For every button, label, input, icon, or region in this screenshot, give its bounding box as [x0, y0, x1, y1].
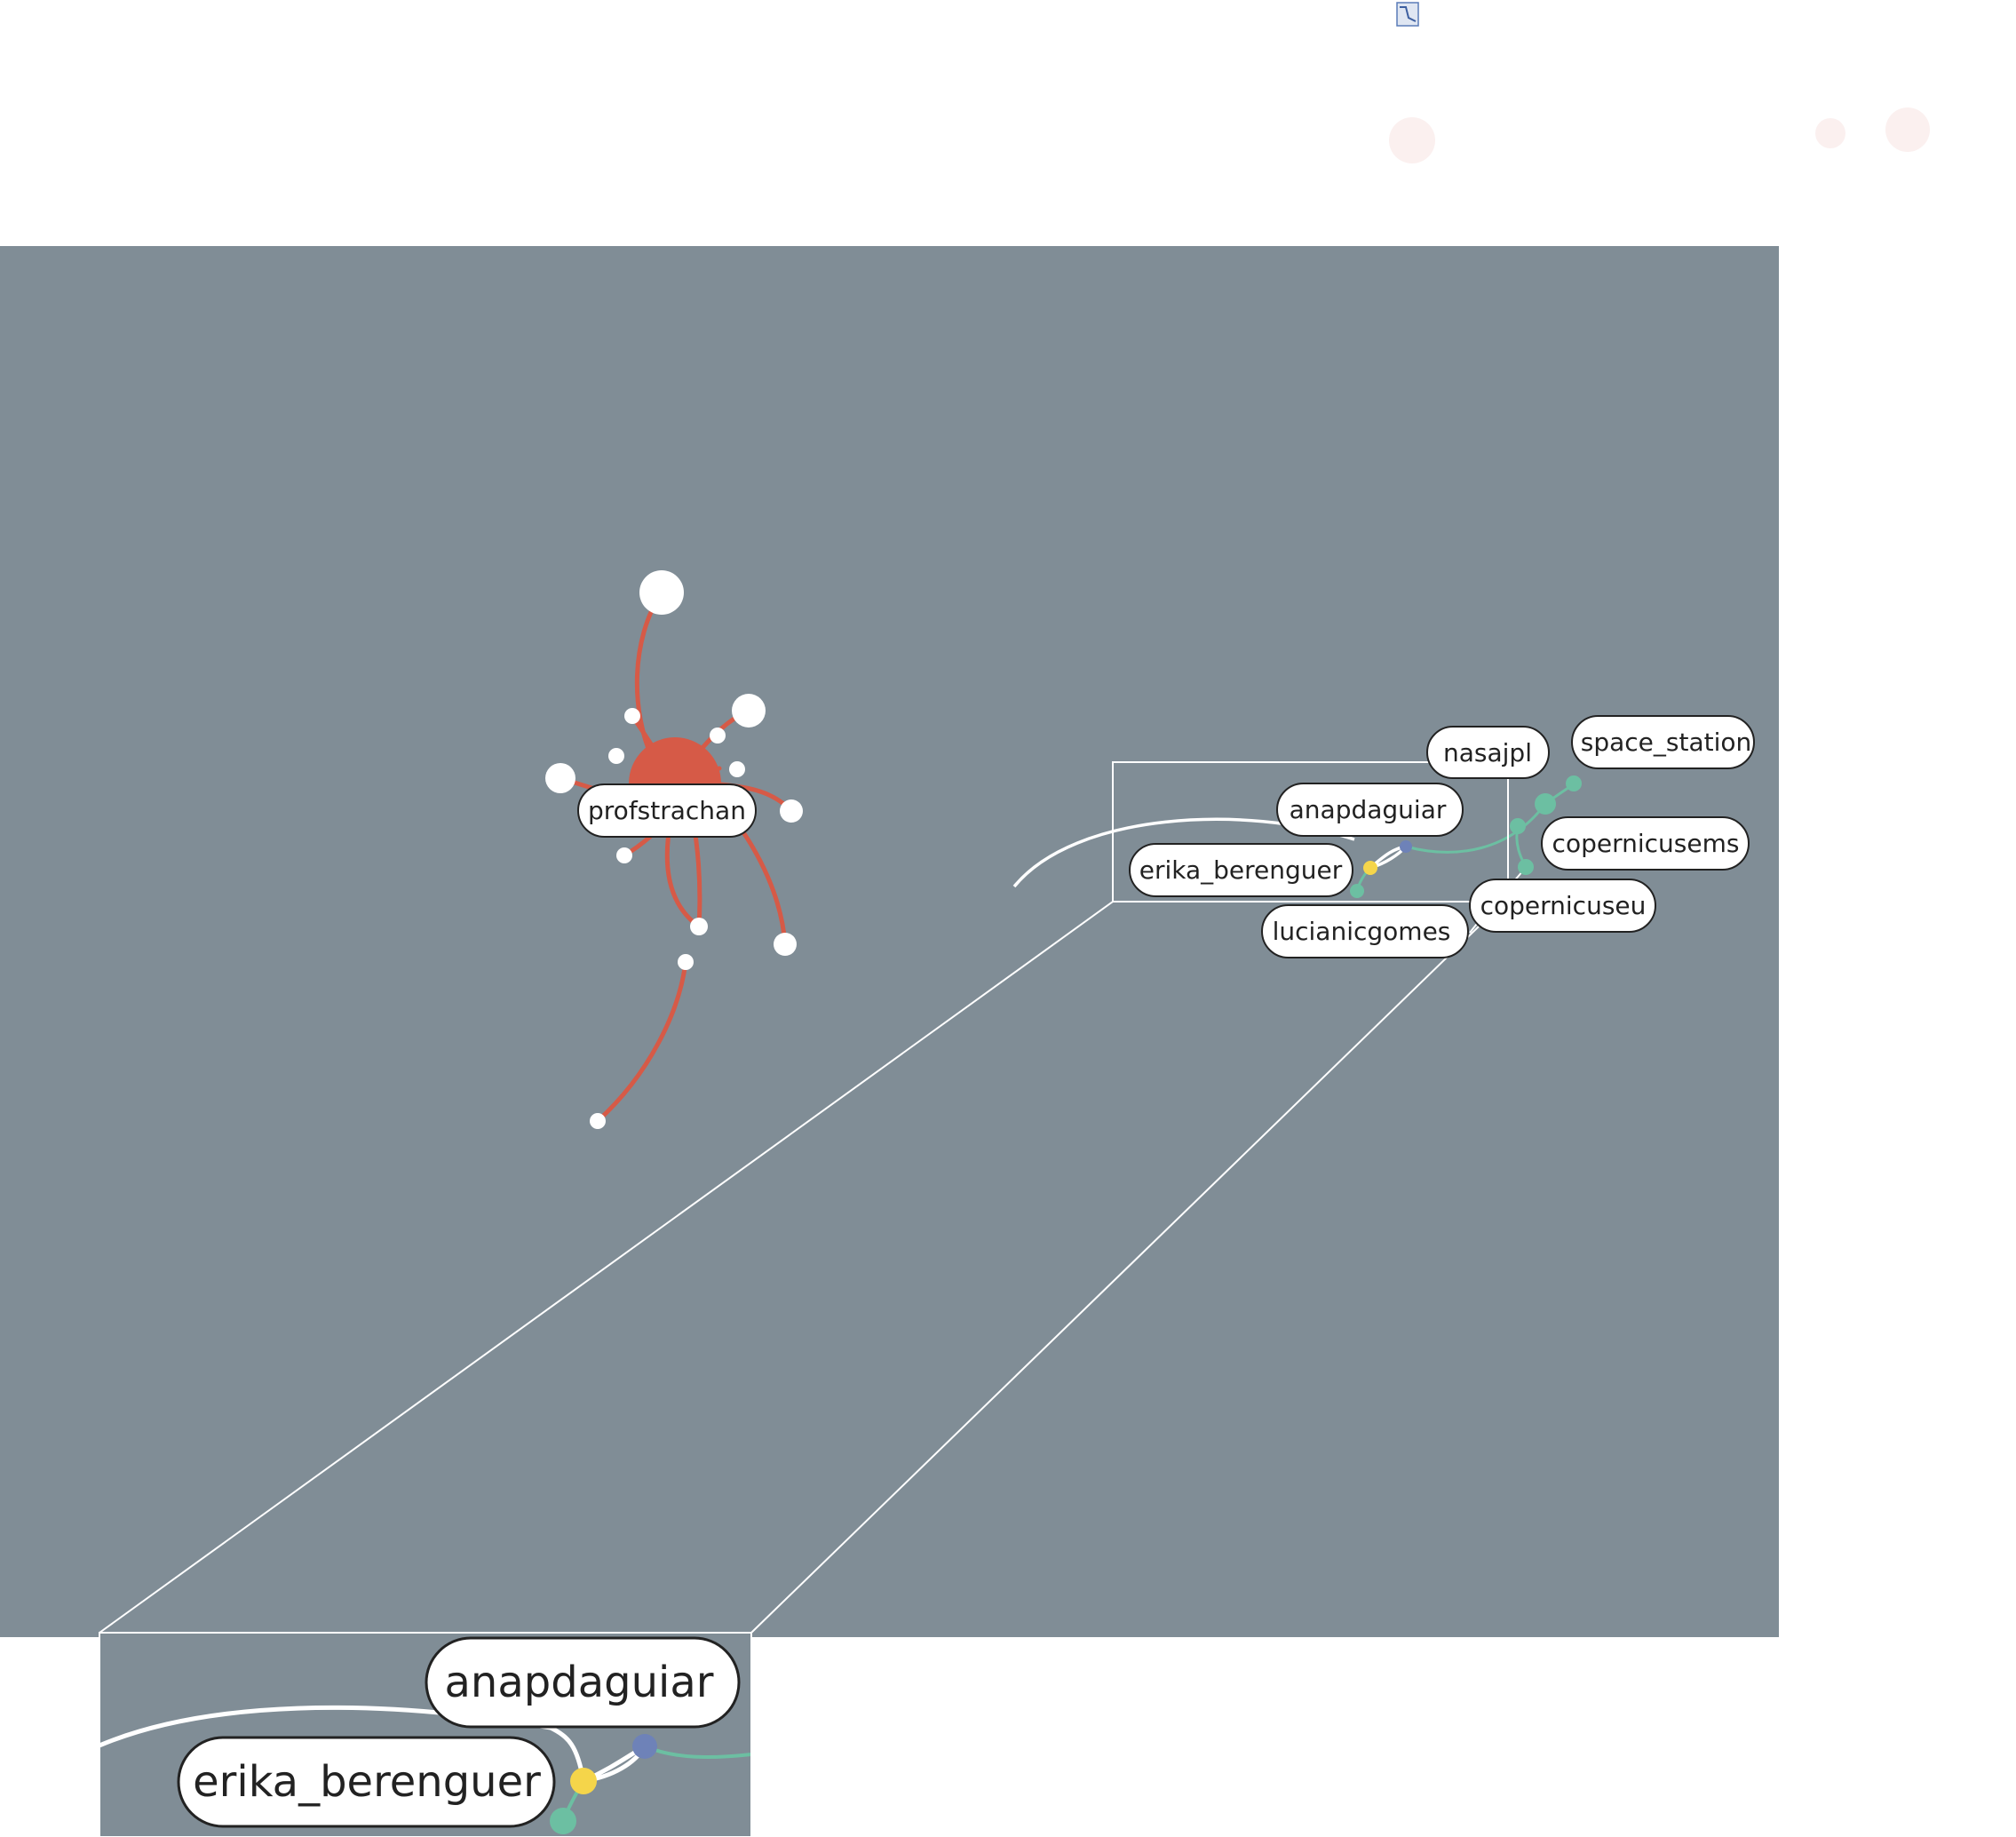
leaf-node[interactable] — [616, 847, 632, 863]
label-copernicusems[interactable]: copernicusems — [1541, 816, 1750, 871]
label-erika-berenguer[interactable]: erika_berenguer — [1129, 843, 1353, 897]
node-space-station[interactable] — [1566, 775, 1582, 791]
label-text: copernicusems — [1552, 829, 1740, 858]
leaf-node[interactable] — [710, 728, 726, 744]
leaf-node[interactable] — [780, 799, 803, 823]
node-green[interactable] — [1535, 793, 1556, 815]
node-copernicuseu[interactable] — [1518, 859, 1534, 875]
label-text: anapdaguiar — [445, 1658, 714, 1707]
zoom-inset: anapdaguiar erika_berenguer — [99, 1632, 752, 1837]
inset-node-erika-berenguer[interactable] — [570, 1768, 597, 1794]
faint-circle — [1389, 117, 1435, 163]
leaf-node[interactable] — [624, 708, 640, 724]
label-text: nasajpl — [1443, 738, 1532, 767]
graph-canvas[interactable] — [0, 246, 1779, 1637]
network-graph-view: profstrachan nasajpl space_station anapd… — [0, 107, 1930, 1837]
label-text: erika_berenguer — [1139, 855, 1343, 885]
node-erika-berenguer[interactable] — [1363, 861, 1377, 875]
faint-decorations — [1389, 107, 1930, 163]
inset-label-erika-berenguer[interactable]: erika_berenguer — [177, 1736, 556, 1828]
label-copernicuseu[interactable]: copernicuseu — [1469, 879, 1656, 933]
faint-circle — [1885, 107, 1930, 152]
label-text: profstrachan — [588, 796, 746, 825]
label-space-station[interactable]: space_station — [1571, 715, 1755, 769]
leaf-node[interactable] — [732, 694, 766, 728]
leaf-node[interactable] — [774, 933, 797, 956]
leaf-node[interactable] — [729, 761, 745, 777]
leaf-node[interactable] — [590, 1113, 606, 1129]
label-profstrachan[interactable]: profstrachan — [577, 783, 757, 838]
leaf-node[interactable] — [690, 918, 708, 935]
document-corner-icon[interactable] — [1396, 2, 1419, 27]
leaf-node[interactable] — [545, 763, 575, 793]
leaf-node[interactable] — [608, 748, 624, 764]
faint-circle — [1815, 118, 1845, 148]
label-text: copernicuseu — [1480, 891, 1647, 920]
label-text: erika_berenguer — [193, 1757, 541, 1807]
node-lucianicgomes[interactable] — [1350, 884, 1364, 898]
label-anapdaguiar[interactable]: anapdaguiar — [1276, 783, 1464, 837]
inset-node-anapdaguiar[interactable] — [632, 1734, 657, 1759]
label-text: anapdaguiar — [1290, 795, 1447, 824]
inset-node-green[interactable] — [550, 1808, 576, 1834]
inset-label-anapdaguiar[interactable]: anapdaguiar — [425, 1636, 741, 1729]
leaf-node[interactable] — [678, 954, 694, 970]
node-copernicusems[interactable] — [1510, 818, 1526, 834]
node-anapdaguiar[interactable] — [1400, 840, 1412, 853]
label-nasajpl[interactable]: nasajpl — [1426, 726, 1550, 779]
label-text: lucianicgomes — [1273, 917, 1451, 946]
leaf-node[interactable] — [639, 570, 684, 615]
label-lucianicgomes[interactable]: lucianicgomes — [1261, 904, 1469, 958]
label-text: space_station — [1581, 728, 1752, 757]
